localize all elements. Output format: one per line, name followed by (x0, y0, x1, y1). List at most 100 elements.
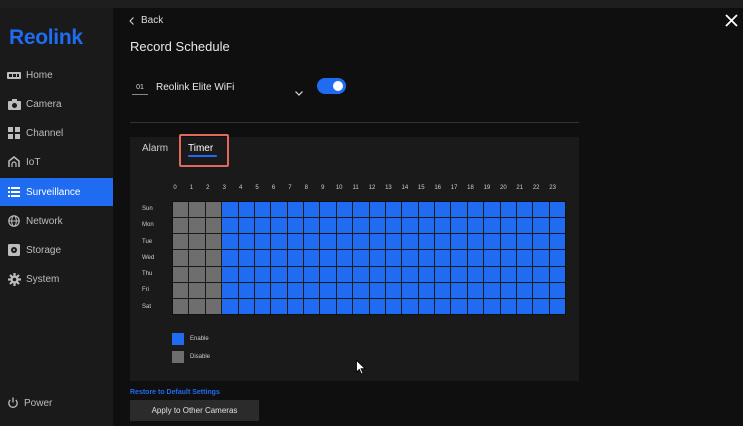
schedule-cell[interactable] (189, 298, 205, 314)
schedule-cell[interactable] (222, 282, 238, 298)
schedule-cell[interactable] (222, 250, 238, 266)
schedule-cell[interactable] (222, 218, 238, 234)
schedule-cell[interactable] (222, 234, 238, 250)
schedule-cell[interactable] (336, 298, 353, 314)
schedule-cell[interactable] (287, 218, 303, 234)
schedule-cell[interactable] (418, 298, 434, 314)
schedule-cell[interactable] (369, 218, 385, 234)
schedule-cell[interactable] (369, 234, 385, 250)
schedule-cell[interactable] (336, 234, 353, 250)
schedule-cell[interactable] (435, 266, 451, 282)
schedule-cell[interactable] (205, 282, 222, 298)
schedule-cell[interactable] (287, 298, 303, 314)
schedule-cell[interactable] (533, 282, 549, 298)
schedule-cell[interactable] (435, 234, 451, 250)
schedule-cell[interactable] (238, 298, 254, 314)
schedule-cell[interactable] (451, 202, 467, 218)
schedule-cell[interactable] (238, 250, 254, 266)
schedule-cell[interactable] (402, 218, 418, 234)
schedule-cell[interactable] (549, 218, 565, 234)
schedule-cell[interactable] (336, 202, 353, 218)
schedule-cell[interactable] (336, 266, 353, 282)
schedule-cell[interactable] (320, 298, 336, 314)
schedule-cell[interactable] (385, 282, 402, 298)
schedule-cell[interactable] (271, 282, 287, 298)
schedule-cell[interactable] (467, 250, 484, 266)
schedule-cell[interactable] (271, 298, 287, 314)
schedule-cell[interactable] (205, 202, 222, 218)
schedule-cell[interactable] (271, 234, 287, 250)
sidebar-item-system[interactable]: System (0, 265, 113, 293)
schedule-cell[interactable] (320, 202, 336, 218)
schedule-cell[interactable] (238, 218, 254, 234)
schedule-cell[interactable] (254, 266, 271, 282)
schedule-cell[interactable] (516, 202, 533, 218)
schedule-cell[interactable] (402, 282, 418, 298)
schedule-cell[interactable] (254, 202, 271, 218)
schedule-cell[interactable] (435, 282, 451, 298)
schedule-cell[interactable] (205, 218, 222, 234)
schedule-cell[interactable] (467, 202, 484, 218)
schedule-cell[interactable] (304, 218, 320, 234)
schedule-toggle[interactable] (317, 78, 346, 94)
schedule-cell[interactable] (353, 250, 369, 266)
schedule-cell[interactable] (484, 234, 500, 250)
schedule-cell[interactable] (222, 202, 238, 218)
schedule-cell[interactable] (484, 282, 500, 298)
schedule-cell[interactable] (435, 250, 451, 266)
schedule-cell[interactable] (435, 298, 451, 314)
schedule-cell[interactable] (435, 218, 451, 234)
schedule-cell[interactable] (353, 234, 369, 250)
schedule-cell[interactable] (173, 202, 189, 218)
schedule-cell[interactable] (549, 266, 565, 282)
schedule-cell[interactable] (516, 234, 533, 250)
schedule-cell[interactable] (173, 282, 189, 298)
schedule-cell[interactable] (271, 266, 287, 282)
sidebar-item-network[interactable]: Network (0, 207, 113, 235)
schedule-cell[interactable] (418, 218, 434, 234)
schedule-cell[interactable] (189, 234, 205, 250)
schedule-cell[interactable] (254, 282, 271, 298)
sidebar-item-channel[interactable]: Channel (0, 119, 113, 147)
schedule-cell[interactable] (451, 266, 467, 282)
schedule-cell[interactable] (353, 202, 369, 218)
schedule-cell[interactable] (304, 266, 320, 282)
schedule-cell[interactable] (385, 234, 402, 250)
schedule-cell[interactable] (189, 218, 205, 234)
tab-timer[interactable]: Timer (179, 134, 229, 167)
schedule-cell[interactable] (353, 298, 369, 314)
schedule-cell[interactable] (533, 250, 549, 266)
schedule-cell[interactable] (189, 282, 205, 298)
schedule-cell[interactable] (336, 250, 353, 266)
schedule-grid[interactable] (172, 201, 566, 315)
schedule-cell[interactable] (353, 282, 369, 298)
schedule-cell[interactable] (533, 218, 549, 234)
schedule-cell[interactable] (320, 218, 336, 234)
schedule-cell[interactable] (533, 202, 549, 218)
schedule-cell[interactable] (549, 250, 565, 266)
schedule-cell[interactable] (173, 298, 189, 314)
schedule-cell[interactable] (516, 282, 533, 298)
schedule-cell[interactable] (353, 266, 369, 282)
sidebar-item-storage[interactable]: Storage (0, 236, 113, 264)
schedule-cell[interactable] (418, 282, 434, 298)
schedule-cell[interactable] (222, 298, 238, 314)
schedule-cell[interactable] (271, 202, 287, 218)
schedule-cell[interactable] (304, 282, 320, 298)
schedule-cell[interactable] (287, 202, 303, 218)
schedule-cell[interactable] (205, 250, 222, 266)
schedule-cell[interactable] (369, 266, 385, 282)
schedule-cell[interactable] (467, 298, 484, 314)
schedule-cell[interactable] (271, 250, 287, 266)
schedule-cell[interactable] (435, 202, 451, 218)
schedule-cell[interactable] (254, 298, 271, 314)
schedule-cell[interactable] (418, 266, 434, 282)
schedule-cell[interactable] (304, 202, 320, 218)
schedule-cell[interactable] (500, 282, 516, 298)
schedule-cell[interactable] (254, 218, 271, 234)
schedule-cell[interactable] (369, 298, 385, 314)
sidebar-item-iot[interactable]: IoT (0, 148, 113, 176)
schedule-cell[interactable] (533, 234, 549, 250)
schedule-cell[interactable] (467, 218, 484, 234)
schedule-cell[interactable] (402, 250, 418, 266)
